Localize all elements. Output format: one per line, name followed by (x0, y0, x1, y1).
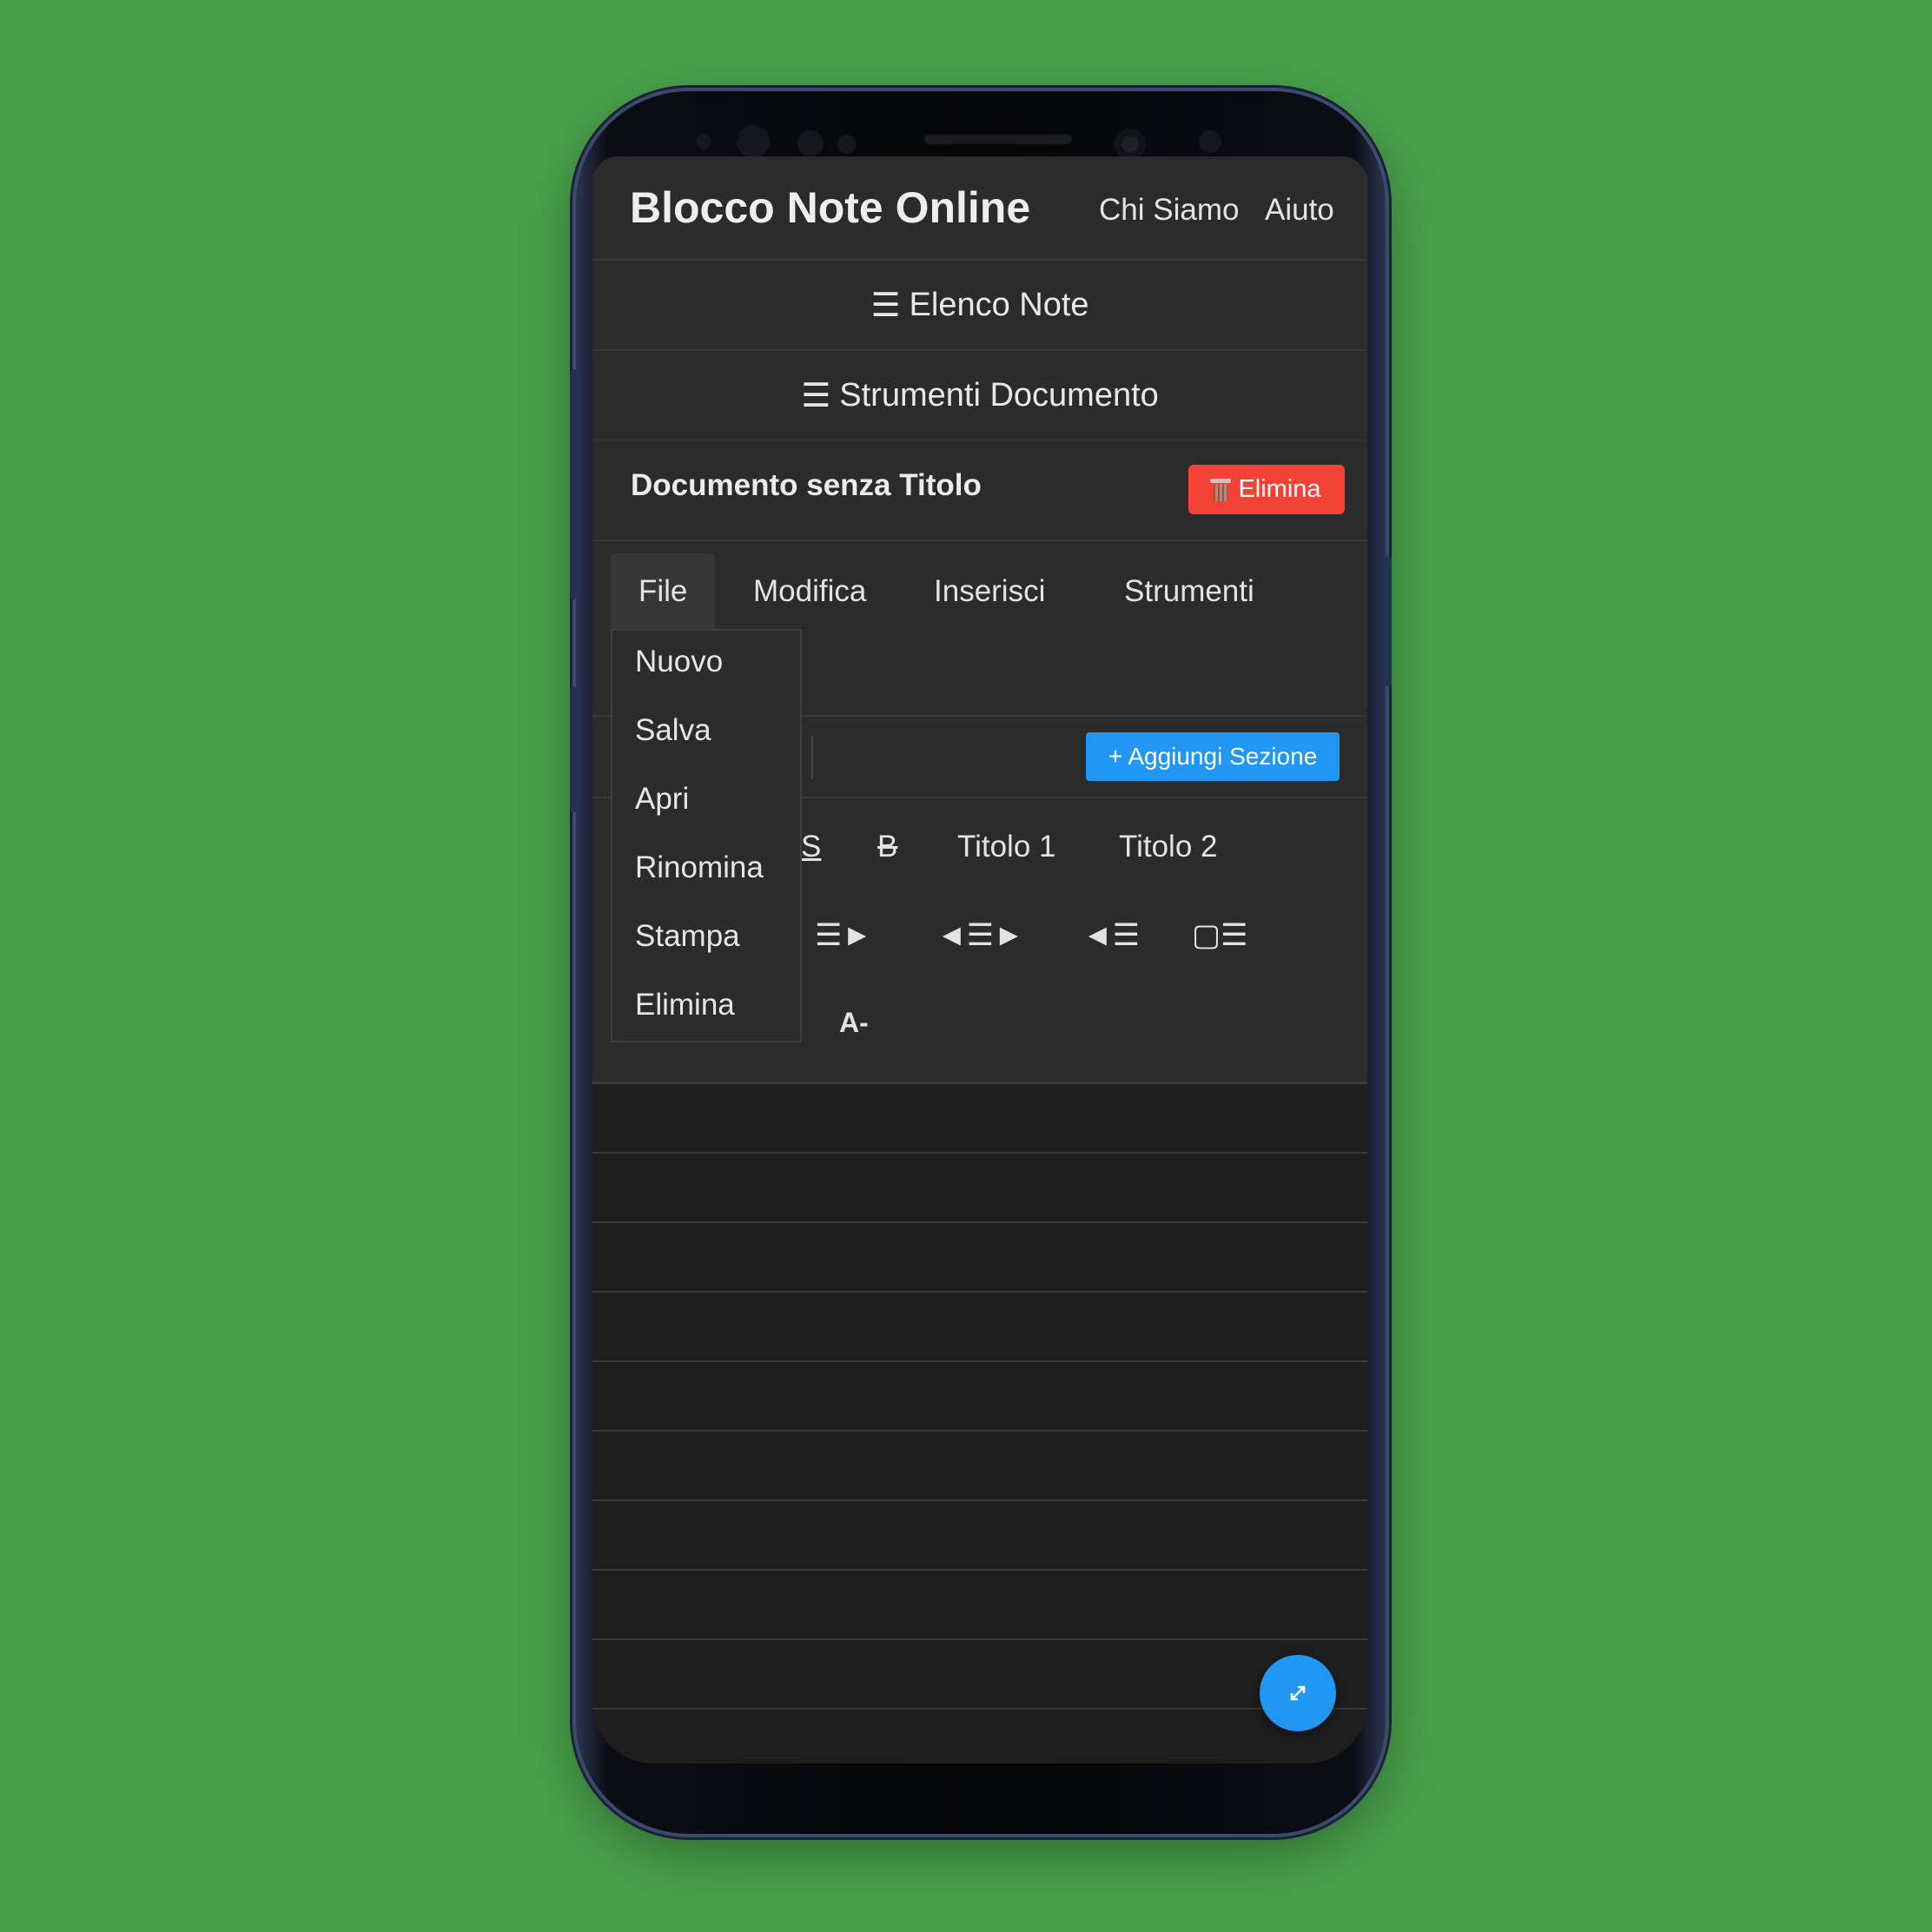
fullscreen-fab[interactable] (1260, 1655, 1336, 1731)
nav-link-aiuto[interactable]: Aiuto (1265, 193, 1334, 228)
expand-arrows-icon (1290, 1685, 1306, 1701)
nav-link-chi-siamo[interactable]: Chi Siamo (1099, 193, 1239, 228)
top-navbar: Blocco Note Online Chi Siamo Aiuto (592, 174, 1367, 261)
sensor-dot (696, 134, 711, 149)
strikethrough-button[interactable]: B (877, 830, 897, 864)
side-button-assistant (570, 686, 577, 812)
align-center-icon[interactable]: ◄☰► (936, 918, 1024, 953)
editor-area[interactable] (592, 1084, 1367, 1763)
file-menu-nuovo[interactable]: Nuovo (635, 645, 723, 679)
file-menu-salva[interactable]: Salva (635, 713, 711, 748)
delete-label: Elimina (1238, 475, 1321, 503)
file-menu-rinomina[interactable]: Rinomina (635, 850, 764, 885)
heading-1-button[interactable]: Titolo 1 (957, 830, 1055, 864)
decrease-font-button[interactable]: A- (839, 1007, 869, 1039)
side-button-volume (570, 369, 577, 599)
menu-strumenti[interactable]: Strumenti (1096, 553, 1282, 630)
file-menu-apri[interactable]: Apri (635, 782, 689, 817)
side-button-power (1385, 556, 1392, 686)
sensor-dot (837, 135, 857, 154)
align-right-icon[interactable]: ◄☰ (1082, 918, 1140, 953)
notes-list-label: Elenco Note (909, 286, 1089, 323)
app-screen: Blocco Note Online Chi Siamo Aiuto ☰ Ele… (592, 174, 1367, 1763)
add-section-button[interactable]: + Aggiungi Sezione (1086, 732, 1340, 781)
menu-modifica[interactable]: Modifica (725, 553, 894, 630)
front-camera (737, 125, 770, 158)
hamburger-icon: ☰ (870, 287, 901, 324)
document-title[interactable]: Documento senza Titolo (631, 468, 982, 503)
underline-button[interactable]: S (801, 830, 821, 864)
sensor-dot (797, 130, 824, 156)
file-menu-dropdown: Nuovo Salva Apri Rinomina Stampa Elimina (611, 629, 802, 1042)
iris-scanner (1115, 129, 1146, 160)
align-left-icon[interactable]: ☰► (815, 918, 872, 953)
file-menu-stampa[interactable]: Stampa (635, 919, 740, 954)
delete-document-button[interactable]: Elimina (1188, 465, 1345, 514)
notes-list-toggle[interactable]: ☰ Elenco Note (592, 261, 1367, 351)
file-menu-elimina[interactable]: Elimina (635, 988, 735, 1022)
heading-2-button[interactable]: Titolo 2 (1119, 830, 1217, 864)
section-tab-divider (811, 736, 813, 779)
menu-inserisci[interactable]: Inserisci (906, 553, 1073, 630)
sensor-dot (1199, 130, 1221, 153)
menu-file[interactable]: File (611, 553, 716, 630)
brand-title[interactable]: Blocco Note Online (630, 182, 1030, 233)
document-tools-toggle[interactable]: ☰ Strumenti Documento (592, 351, 1367, 441)
trash-icon (1210, 478, 1232, 501)
earpiece-speaker (923, 132, 1073, 144)
hamburger-icon: ☰ (801, 377, 831, 414)
document-header: Documento senza Titolo Elimina (592, 440, 1367, 541)
document-tools-label: Strumenti Documento (839, 376, 1159, 414)
justify-icon[interactable]: ▢☰ (1192, 918, 1247, 953)
